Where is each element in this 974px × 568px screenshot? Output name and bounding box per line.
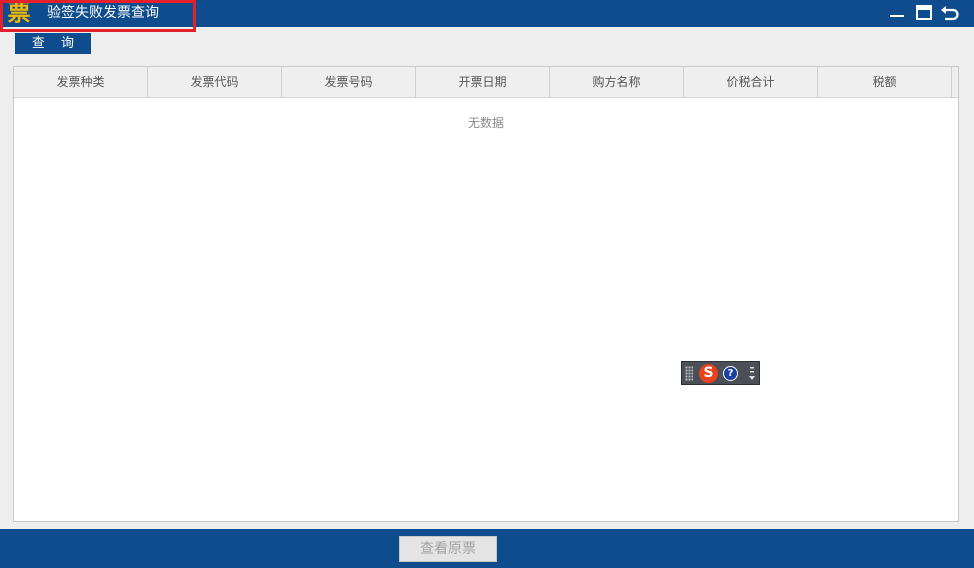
ime-menu-icon[interactable] <box>748 366 756 382</box>
minimize-button[interactable] <box>886 3 908 23</box>
column-header-invoice-type[interactable]: 发票种类 <box>14 67 148 97</box>
window-title: 验签失败发票查询 <box>47 5 159 21</box>
query-button[interactable]: 查 询 <box>15 33 91 54</box>
minimize-icon <box>890 15 904 17</box>
column-header-buyer-name[interactable]: 购方名称 <box>550 67 684 97</box>
maximize-button[interactable] <box>913 3 935 23</box>
sogou-ime-icon[interactable]: S <box>699 364 718 383</box>
column-header-issue-date[interactable]: 开票日期 <box>416 67 550 97</box>
footer-bar: 查看原票 <box>0 529 974 568</box>
ime-toolbar[interactable]: S ? <box>681 361 760 385</box>
result-table: 发票种类 发票代码 发票号码 开票日期 购方名称 价税合计 税额 无数据 <box>13 66 959 522</box>
column-header-invoice-number[interactable]: 发票号码 <box>282 67 416 97</box>
table-header: 发票种类 发票代码 发票号码 开票日期 购方名称 价税合计 税额 <box>14 67 958 98</box>
column-header-total-amount[interactable]: 价税合计 <box>684 67 818 97</box>
column-header-tax-amount[interactable]: 税额 <box>818 67 952 97</box>
maximize-icon <box>916 5 932 20</box>
undo-arrow-icon <box>941 6 959 21</box>
title-bar: 票 验签失败发票查询 <box>0 0 974 27</box>
help-icon[interactable]: ? <box>723 366 738 381</box>
view-original-invoice-button[interactable]: 查看原票 <box>399 536 497 562</box>
drag-grip-icon[interactable] <box>685 366 693 381</box>
invoice-logo-icon: 票 <box>7 0 31 26</box>
back-button[interactable] <box>939 3 961 23</box>
column-header-invoice-code[interactable]: 发票代码 <box>148 67 282 97</box>
no-data-message: 无数据 <box>467 116 504 130</box>
